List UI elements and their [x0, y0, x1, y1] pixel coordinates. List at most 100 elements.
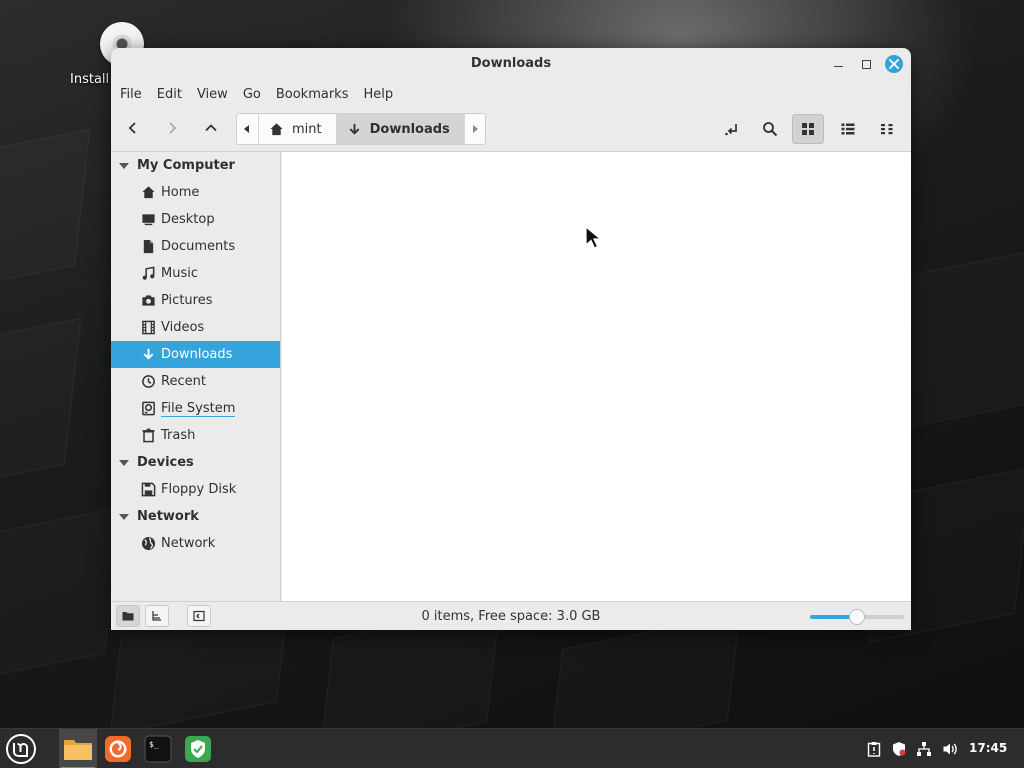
breadcrumb: mint Downloads	[236, 113, 486, 145]
taskbar-files[interactable]	[59, 729, 97, 768]
minimize-button[interactable]	[829, 55, 847, 73]
trash-icon	[142, 428, 155, 443]
sidebar-item-music[interactable]: Music	[111, 260, 280, 287]
list-view-button[interactable]	[832, 114, 864, 144]
network-icon	[917, 742, 931, 756]
forward-icon	[169, 122, 177, 134]
file-manager-window: Downloads File Edit View Go Bookmarks He…	[111, 48, 911, 630]
sidebar-item-trash[interactable]: Trash	[111, 422, 280, 449]
sidebar: My Computer Home Desktop Documents Music…	[111, 152, 281, 602]
breadcrumb-label: mint	[291, 121, 322, 137]
menu-view[interactable]: View	[197, 87, 228, 102]
download-icon	[349, 123, 359, 135]
zoom-slider-handle[interactable]	[849, 609, 865, 625]
sidebar-section-my-computer[interactable]: My Computer	[111, 152, 280, 179]
back-icon	[128, 122, 136, 134]
search-button[interactable]	[754, 114, 786, 144]
sidebar-item-label: Documents	[161, 239, 236, 254]
sidebar-item-label: Desktop	[161, 212, 215, 227]
search-icon	[763, 122, 778, 137]
clipboard-icon	[867, 742, 881, 757]
breadcrumb-scroll-right[interactable]	[463, 114, 485, 144]
minimize-icon	[833, 65, 843, 67]
home-icon	[270, 122, 283, 135]
section-label: Devices	[137, 455, 194, 470]
terminal-icon: $_	[144, 735, 172, 763]
globe-icon	[141, 536, 156, 551]
clock-icon	[142, 375, 155, 388]
firefox-icon	[105, 736, 131, 762]
tray-update-shield[interactable]	[889, 739, 909, 759]
up-icon	[205, 124, 217, 132]
sidebar-item-documents[interactable]: Documents	[111, 233, 280, 260]
music-icon	[142, 266, 155, 280]
section-label: My Computer	[137, 158, 235, 173]
floppy-icon	[141, 482, 156, 497]
sidebar-item-recent[interactable]: Recent	[111, 368, 280, 395]
sidebar-item-pictures[interactable]: Pictures	[111, 287, 280, 314]
breadcrumb-label: Downloads	[369, 121, 450, 137]
film-icon	[142, 320, 155, 335]
desktop-icon	[142, 214, 155, 226]
mint-menu-button[interactable]	[2, 729, 40, 768]
sidebar-item-downloads[interactable]: Downloads	[111, 341, 280, 368]
home-icon	[142, 186, 155, 199]
menu-bookmarks[interactable]: Bookmarks	[276, 87, 349, 102]
menu-file[interactable]: File	[120, 87, 142, 102]
menu-help[interactable]: Help	[363, 87, 393, 102]
toggle-location-button[interactable]	[716, 114, 748, 144]
tray-volume[interactable]	[940, 739, 960, 759]
breadcrumb-scroll-left[interactable]	[237, 114, 258, 144]
sidebar-item-home[interactable]: Home	[111, 179, 280, 206]
forward-button[interactable]	[158, 114, 186, 142]
sidebar-item-floppy-disk[interactable]: Floppy Disk	[111, 476, 280, 503]
background-tile	[550, 613, 740, 728]
tray-clipboard[interactable]	[864, 739, 884, 759]
mouse-cursor-icon	[585, 226, 603, 249]
sidebar-item-label: Trash	[161, 428, 196, 443]
close-button[interactable]	[885, 55, 903, 73]
taskbar-update-manager[interactable]	[179, 729, 217, 768]
menu-edit[interactable]: Edit	[157, 87, 182, 102]
sidebar-item-label: Home	[161, 185, 200, 200]
maximize-icon	[861, 59, 871, 69]
sidebar-item-videos[interactable]: Videos	[111, 314, 280, 341]
update-shield-icon	[893, 742, 906, 756]
compact-view-button[interactable]	[871, 114, 903, 144]
close-icon	[889, 59, 899, 69]
sidebar-item-label: Videos	[161, 320, 205, 335]
window-title: Downloads	[470, 56, 552, 71]
titlebar[interactable]: Downloads	[111, 48, 911, 80]
zoom-slider[interactable]	[810, 609, 904, 625]
sidebar-section-devices[interactable]: Devices	[111, 449, 280, 476]
up-button[interactable]	[197, 114, 225, 142]
maximize-button[interactable]	[857, 55, 875, 73]
toolbar: mint Downloads	[111, 108, 911, 148]
svg-text:$_: $_	[149, 740, 159, 749]
expander-icon	[119, 459, 129, 466]
statusbar: 0 items, Free space: 3.0 GB	[111, 601, 911, 630]
icon-view-button[interactable]	[792, 114, 824, 144]
shield-icon	[185, 736, 211, 762]
sidebar-item-desktop[interactable]: Desktop	[111, 206, 280, 233]
sidebar-item-label: Recent	[161, 374, 206, 389]
sidebar-item-label: Network	[161, 536, 216, 551]
sidebar-item-file-system[interactable]: File System	[111, 395, 280, 422]
back-button[interactable]	[119, 114, 147, 142]
breadcrumb-mint[interactable]: mint	[257, 114, 336, 144]
tray-network[interactable]	[914, 739, 934, 759]
taskbar-firefox[interactable]	[99, 729, 137, 768]
triangle-left-icon	[244, 125, 250, 133]
sidebar-item-label: Downloads	[161, 347, 233, 362]
mint-menu-icon	[6, 734, 36, 764]
file-view[interactable]	[282, 152, 911, 602]
sidebar-item-network[interactable]: Network	[111, 530, 280, 557]
sidebar-item-label: Pictures	[161, 293, 213, 308]
sidebar-section-network[interactable]: Network	[111, 503, 280, 530]
menu-go[interactable]: Go	[243, 87, 261, 102]
taskbar-terminal[interactable]: $_	[139, 729, 177, 768]
breadcrumb-downloads[interactable]: Downloads	[335, 114, 464, 144]
camera-icon	[142, 295, 155, 306]
background-tile	[0, 507, 122, 683]
clock[interactable]: 17:45	[969, 741, 1007, 755]
